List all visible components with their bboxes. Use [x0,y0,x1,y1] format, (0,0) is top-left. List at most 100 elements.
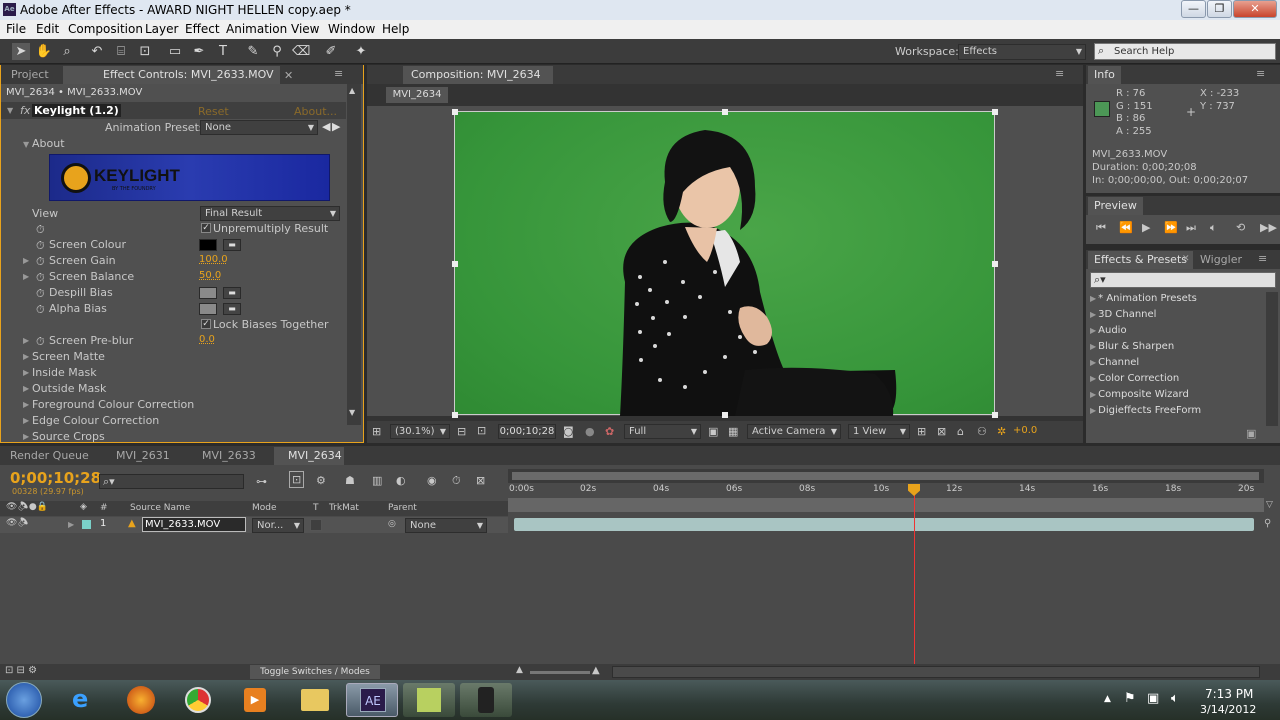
lock-biases-checkbox[interactable]: ✓ [201,319,211,329]
panel-menu-icon[interactable]: ≡ [1055,67,1064,80]
selection-tool-icon[interactable]: ➤ [12,43,30,60]
tab-effects-presets[interactable]: Effects & Presets [1088,251,1193,269]
visibility-icon[interactable]: 👁︎🔈︎ [6,518,29,528]
audio-icon[interactable]: 🔈︎ [1210,221,1217,235]
volume-icon[interactable]: 🔈︎ [1171,691,1179,706]
handle-icon[interactable] [722,109,728,115]
brainstorm-icon[interactable]: ◉ [427,474,437,487]
effects-search-input[interactable]: ⌕▾ [1090,272,1276,288]
expand-group-icon[interactable]: ▶ [23,432,29,441]
effects-item[interactable]: ▶ Digieffects FreeForm [1090,405,1201,416]
pen-tool-icon[interactable]: ✒ [190,43,208,60]
graph-editor-icon[interactable]: ⊠ [476,474,485,487]
menu-layer[interactable]: Layer [145,22,178,36]
tab-wiggler[interactable]: Wiggler [1194,251,1248,269]
current-time-display[interactable]: 0;00;10;28 [498,424,556,439]
group-edge-colour[interactable]: Edge Colour Correction [32,414,159,427]
tab-mvi-2633[interactable]: MVI_2633 [188,447,262,465]
group-inside-mask[interactable]: Inside Mask [32,366,97,379]
tab-mvi-2634[interactable]: MVI_2634 [274,447,344,465]
prev-frame-icon[interactable]: ⏪ [1119,221,1133,234]
layer-mode-dropdown[interactable]: Nor... [252,518,304,533]
camera-tool-icon[interactable]: ⌸ [112,43,130,60]
effects-item[interactable]: ▶ * Animation Presets [1090,293,1197,304]
exposure-value[interactable]: +0.0 [1013,425,1037,436]
handle-icon[interactable] [992,261,998,267]
handle-icon[interactable] [992,412,998,418]
effects-item[interactable]: ▶ 3D Channel [1090,309,1156,320]
flag-icon[interactable]: ⚑ [1124,691,1136,706]
roto-brush-tool-icon[interactable]: ✐ [322,43,340,60]
preserve-transparency-toggle[interactable] [310,519,322,531]
rectangle-tool-icon[interactable]: ▭ [166,43,184,60]
stopwatch-icon[interactable]: ⏱ [36,271,45,285]
firefox-icon[interactable] [115,683,167,717]
expand-group-icon[interactable]: ▶ [23,400,29,409]
menu-view[interactable]: View [291,22,319,36]
effects-item[interactable]: ▶ Composite Wizard [1090,389,1189,400]
first-frame-icon[interactable]: ⏮ [1096,221,1106,235]
stopwatch-icon[interactable]: ⏱ [36,223,45,237]
pan-behind-tool-icon[interactable]: ⊡ [136,43,154,60]
eyedropper-icon[interactable]: ▬ [223,303,241,315]
transparency-grid-icon[interactable]: ▦ [728,425,738,438]
comp-mini-flowchart-icon[interactable]: ⊶ [256,475,267,488]
col-source-name[interactable]: Source Name [130,503,190,513]
expand-screen-gain-icon[interactable]: ▶ [23,256,29,265]
resolution-dropdown[interactable]: Full [624,424,701,439]
clock-date[interactable]: 3/14/2012 [1200,703,1256,716]
expand-preblur-icon[interactable]: ▶ [23,336,29,345]
eyedropper-icon[interactable]: ▬ [223,287,241,299]
mask-visibility-icon[interactable]: ⊡ [477,424,486,437]
timeline-search-input[interactable]: ⌕▾ [99,474,244,489]
clone-stamp-tool-icon[interactable]: ⚲ [268,43,286,60]
flowchart-icon[interactable]: ⚇ [977,425,987,438]
stopwatch-icon[interactable]: ⏱ [36,239,45,253]
live-update-icon[interactable]: ⊡ [289,471,305,488]
parent-dropdown[interactable]: None [405,518,487,533]
handle-icon[interactable] [452,261,458,267]
show-snapshot-icon[interactable]: ● [585,425,595,438]
hand-tool-icon[interactable]: ✋ [35,43,53,60]
about-link[interactable]: About... [294,105,337,118]
network-icon[interactable]: ▣ [1147,691,1159,706]
tab-render-queue[interactable]: Render Queue [4,447,95,465]
ram-preview-icon[interactable]: ▶▶ [1260,221,1277,234]
label-color-swatch[interactable] [82,520,91,529]
timeline-hscrollbar[interactable] [612,666,1260,678]
effects-item[interactable]: ▶ Channel [1090,357,1139,368]
menu-animation[interactable]: Animation [226,22,287,36]
grid-icon[interactable]: ⊟ [457,425,466,438]
after-effects-taskbar-button[interactable]: AE [346,683,398,717]
group-screen-matte[interactable]: Screen Matte [32,350,105,363]
timeline-icon[interactable]: ⌂ [957,425,964,438]
start-button-icon[interactable] [6,682,42,718]
expand-group-icon[interactable]: ▶ [23,384,29,393]
unpremultiply-checkbox[interactable]: ✓ [201,223,211,233]
expand-group-icon[interactable]: ▶ [23,416,29,425]
tab-info[interactable]: Info [1088,66,1121,84]
zoom-out-icon[interactable]: ▲ [516,665,523,675]
puppet-tool-icon[interactable]: ✦ [352,43,370,60]
hide-shy-icon[interactable]: ☗ [345,474,355,487]
panel-menu-icon[interactable]: ≡ [1258,252,1267,265]
view-dropdown[interactable]: Final Result [200,206,340,221]
menu-edit[interactable]: Edit [36,22,59,36]
zoom-tool-icon[interactable]: ⌕ [58,43,76,60]
tab-composition[interactable]: Composition: MVI_2634 [403,66,553,84]
media-player-icon[interactable]: ▶ [229,683,281,717]
workspace-dropdown[interactable]: Effects [958,44,1086,60]
play-icon[interactable]: ▶ [1142,221,1150,234]
region-of-interest-icon[interactable]: ▣ [708,425,718,438]
type-tool-icon[interactable]: T [214,43,232,60]
pick-whip-icon[interactable]: ◎ [388,519,396,529]
panel-menu-icon[interactable]: ≡ [334,67,343,80]
new-preset-icon[interactable]: ▣ [1246,427,1256,440]
zoom-dropdown[interactable]: (30.1%) [390,424,450,439]
handle-icon[interactable] [992,109,998,115]
scroll-up-icon[interactable]: ▲ [349,86,359,100]
menu-window[interactable]: Window [328,22,375,36]
minimize-button[interactable]: — [1181,0,1206,18]
fast-preview-icon[interactable]: ⊠ [937,425,946,438]
eyedropper-icon[interactable]: ▬ [223,239,241,251]
